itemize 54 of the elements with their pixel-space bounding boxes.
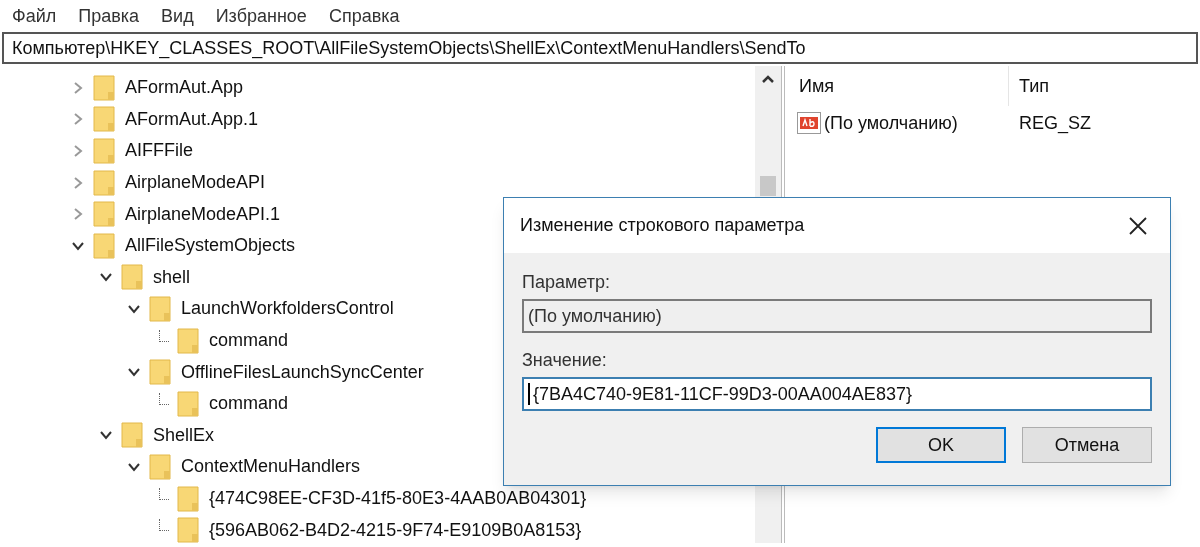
ok-button[interactable]: OK (876, 427, 1006, 463)
text-cursor (528, 383, 530, 405)
folder-icon (93, 169, 115, 196)
tree-item[interactable]: {596AB062-B4D2-4215-9F74-E9109B0A8153} (209, 516, 582, 543)
menu-item[interactable]: Файл (12, 2, 57, 30)
folder-icon (177, 390, 199, 417)
folder-icon (121, 264, 143, 291)
menu-item[interactable]: Вид (161, 2, 194, 30)
folder-icon (149, 359, 171, 386)
tree-item[interactable]: command (209, 390, 289, 418)
folder-icon (177, 327, 199, 354)
tree-item[interactable]: ShellEx (153, 421, 215, 449)
tree-item[interactable]: {474C98EE-CF3D-41f5-80E3-4AAB0AB04301} (209, 485, 587, 512)
tree-item[interactable]: ContextMenuHandlers (181, 453, 361, 481)
address-path: Компьютер\HKEY_CLASSES_ROOT\AllFileSystemObjects\ShellEx\ContextMenuHandlers\SendTo (12, 36, 806, 61)
scroll-up-icon[interactable] (761, 74, 775, 84)
value-name: (По умолчанию) (824, 111, 958, 135)
value-text: {7BA4C740-9E81-11CF-99D3-00AA004AE837} (533, 382, 912, 406)
field-label: Значение: (522, 349, 608, 372)
menu-item[interactable]: Правка (78, 2, 140, 30)
scrollbar-thumb[interactable] (760, 176, 776, 196)
cancel-button[interactable]: Отмена (1022, 427, 1152, 463)
string-value-icon (797, 112, 821, 134)
value-field[interactable]: {7BA4C740-9E81-11CF-99D3-00AA004AE837} (522, 377, 1152, 411)
tree-item[interactable]: AIFFFile (125, 137, 193, 165)
folder-icon (93, 201, 115, 228)
folder-icon (93, 138, 115, 164)
address-bar[interactable]: Компьютер\HKEY_CLASSES_ROOT\AllFileSystemObjects\ShellEx\ContextMenuHandlers\SendTo (2, 32, 1198, 64)
folder-icon (93, 232, 115, 259)
menu-item[interactable]: Справка (328, 2, 400, 30)
column-header[interactable]: Тип (1009, 72, 1049, 100)
tree-item[interactable]: shell (153, 263, 191, 291)
tree-item[interactable]: command (209, 327, 289, 355)
value-type: REG_SZ (1018, 111, 1092, 136)
tree-item[interactable]: AllFileSystemObjects (125, 232, 296, 260)
field-label: Параметр: (522, 271, 611, 294)
name-field: (По умолчанию) (522, 299, 1152, 333)
folder-icon (93, 74, 115, 101)
tree-item[interactable]: AirplaneModeAPI (125, 169, 266, 197)
folder-icon (121, 422, 143, 449)
tree-item[interactable]: AFormAut.App.1 (125, 105, 259, 133)
folder-icon (177, 485, 199, 512)
folder-icon (93, 106, 115, 133)
dialog-title: Изменение строкового параметра (520, 214, 805, 237)
tree-item[interactable]: LaunchWorkfoldersControl (181, 295, 394, 323)
close-icon (1128, 215, 1148, 236)
menu-item[interactable]: Избранное (215, 2, 307, 30)
tree-item[interactable]: OfflineFilesLaunchSyncCenter (181, 358, 424, 386)
column-header[interactable]: Имя (797, 66, 1009, 106)
folder-icon (149, 453, 171, 480)
folder-icon (149, 295, 171, 322)
folder-icon (177, 517, 199, 543)
tree-item[interactable]: AirplaneModeAPI.1 (125, 200, 281, 228)
tree-item[interactable]: AFormAut.App (125, 74, 244, 102)
